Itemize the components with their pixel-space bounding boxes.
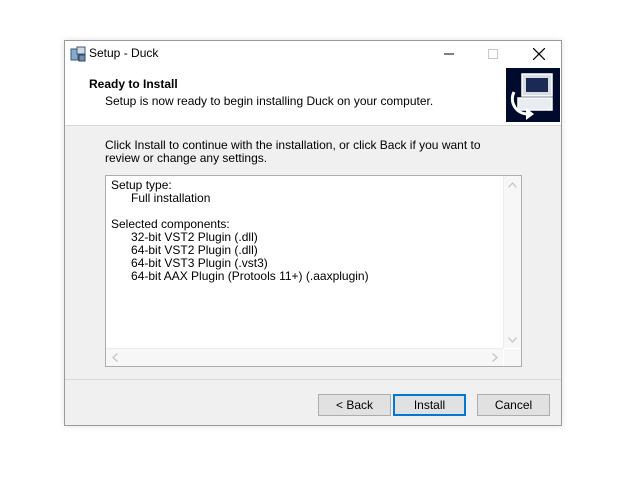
install-button[interactable]: Install <box>393 394 466 416</box>
component-item: 64-bit VST3 Plugin (.vst3) <box>131 256 268 270</box>
chevron-up-icon <box>508 181 517 188</box>
maximize-button[interactable] <box>471 41 515 67</box>
component-item: 32-bit VST2 Plugin (.dll) <box>131 230 258 244</box>
minimize-icon <box>444 53 454 55</box>
close-icon <box>533 48 545 60</box>
wizard-header: Ready to Install Setup is now ready to b… <box>65 67 561 126</box>
computer-install-icon <box>506 68 560 122</box>
memo-content: Setup type: Full installation Selected c… <box>111 179 501 341</box>
setup-window: Setup - Duck Ready to Install Setup is n… <box>64 40 562 426</box>
close-button[interactable] <box>517 41 561 67</box>
setup-type-value: Full installation <box>131 191 211 205</box>
scrollbar-corner <box>504 349 521 366</box>
page-title: Ready to Install <box>89 77 178 91</box>
scroll-down-arrow[interactable] <box>504 331 521 348</box>
maximize-icon <box>488 49 498 59</box>
vertical-scrollbar[interactable] <box>503 176 521 348</box>
window-title: Setup - Duck <box>89 46 159 60</box>
scroll-left-arrow[interactable] <box>106 349 123 366</box>
minimize-button[interactable] <box>427 41 471 67</box>
scroll-right-arrow[interactable] <box>486 349 503 366</box>
components-label: Selected components: <box>111 217 230 231</box>
component-item: 64-bit VST2 Plugin (.dll) <box>131 243 258 257</box>
chevron-down-icon <box>508 336 517 343</box>
chevron-right-icon <box>491 353 498 362</box>
horizontal-scrollbar[interactable] <box>106 348 503 366</box>
scroll-up-arrow[interactable] <box>504 176 521 193</box>
back-button[interactable]: < Back <box>318 394 391 416</box>
cancel-button[interactable]: Cancel <box>477 394 550 416</box>
footer-divider <box>65 379 561 380</box>
installer-icon <box>70 46 86 62</box>
page-subtitle: Setup is now ready to begin installing D… <box>105 94 434 108</box>
chevron-left-icon <box>111 353 118 362</box>
component-item: 64-bit AAX Plugin (Protools 11+) (.aaxpl… <box>131 269 369 283</box>
instruction-text: Click Install to continue with the insta… <box>105 138 481 165</box>
ready-memo[interactable]: Setup type: Full installation Selected c… <box>105 175 522 367</box>
title-bar[interactable]: Setup - Duck <box>65 41 561 67</box>
